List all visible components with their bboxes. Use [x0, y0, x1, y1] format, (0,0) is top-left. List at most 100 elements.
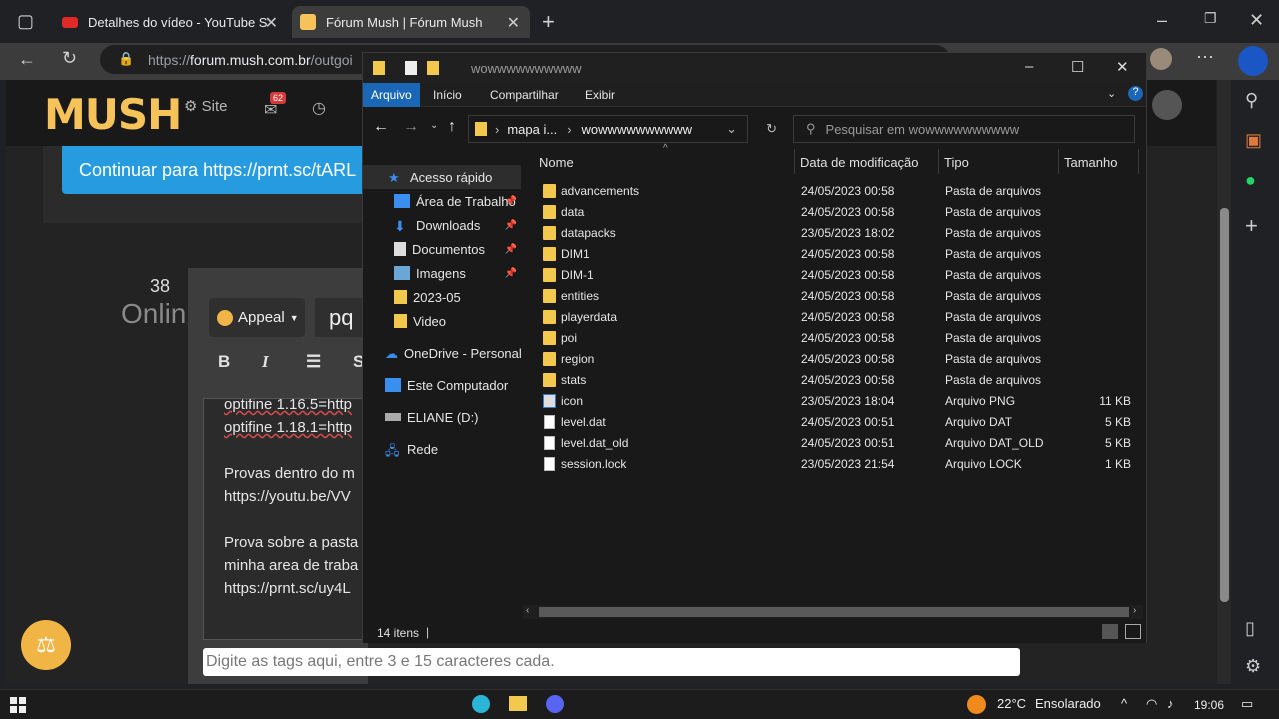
- tools-icon[interactable]: ▣: [1245, 130, 1262, 151]
- close-icon[interactable]: ✕: [1116, 58, 1129, 76]
- tab-forum-mush[interactable]: Fórum Mush | Fórum Mush ✕: [292, 6, 530, 38]
- nav-item-imagens[interactable]: Imagens 📌: [363, 261, 521, 285]
- discord-icon[interactable]: [546, 695, 564, 713]
- file-row[interactable]: icon 23/05/2023 18:04 Arquivo PNG 11 KB: [523, 390, 1143, 411]
- column-divider[interactable]: [938, 149, 939, 174]
- new-folder-icon[interactable]: [427, 61, 439, 75]
- close-icon[interactable]: ✕: [265, 13, 278, 33]
- nav-item-video[interactable]: Video: [363, 309, 521, 333]
- edge-icon[interactable]: [472, 695, 490, 713]
- breadcrumb-parent[interactable]: mapa i...: [507, 122, 557, 137]
- file-row[interactable]: DIM1 24/05/2023 00:58 Pasta de arquivos: [523, 243, 1143, 264]
- close-icon[interactable]: ✕: [507, 13, 520, 33]
- nav-item-este-computador[interactable]: Este Computador: [363, 373, 521, 397]
- column-divider[interactable]: [794, 149, 795, 174]
- help-icon[interactable]: ?: [1128, 86, 1143, 101]
- temperature[interactable]: 22°C: [997, 696, 1026, 711]
- post-body-editor[interactable]: optifine 1.16.5=http optifine 1.18.1=htt…: [203, 398, 368, 640]
- column-data[interactable]: Data de modificação: [800, 155, 919, 170]
- scroll-left-icon[interactable]: ‹: [526, 605, 529, 616]
- column-nome[interactable]: Nome: [539, 155, 574, 170]
- file-row[interactable]: level.dat 24/05/2023 00:51 Arquivo DAT 5 KB: [523, 411, 1143, 432]
- back-icon[interactable]: ←: [373, 118, 389, 136]
- scale-icon[interactable]: ⚖: [21, 620, 71, 670]
- close-window-icon[interactable]: ✕: [1249, 10, 1264, 31]
- scroll-right-icon[interactable]: ›: [1133, 605, 1136, 616]
- nav-item-eliane-drive[interactable]: ELIANE (D:): [363, 405, 521, 429]
- notifications-icon[interactable]: ▭: [1241, 696, 1253, 712]
- horizontal-scrollbar-thumb[interactable]: [539, 607, 1129, 617]
- settings-icon[interactable]: ⚙: [1245, 656, 1261, 677]
- category-dropdown[interactable]: Appeal ▼: [209, 298, 305, 337]
- profile-avatar[interactable]: [1150, 48, 1172, 70]
- large-icons-view-icon[interactable]: [1125, 624, 1141, 639]
- nav-item-downloads[interactable]: ⬇ Downloads 📌: [363, 213, 521, 237]
- tab-actions-icon[interactable]: ▢: [17, 11, 34, 32]
- file-row[interactable]: level.dat_old 24/05/2023 00:51 Arquivo DAT…: [523, 432, 1143, 453]
- page-scrollbar-thumb[interactable]: [1220, 208, 1229, 602]
- back-icon[interactable]: ←: [18, 49, 36, 70]
- refresh-icon[interactable]: ↻: [62, 48, 77, 69]
- nav-item-area-trabalho[interactable]: Área de Trabalho 📌: [363, 189, 521, 213]
- column-divider[interactable]: [1138, 149, 1139, 174]
- add-icon[interactable]: +: [1245, 213, 1258, 239]
- nav-site-link[interactable]: ⚙ Site: [184, 97, 227, 115]
- file-row[interactable]: poi 24/05/2023 00:58 Pasta de arquivos: [523, 327, 1143, 348]
- bold-button[interactable]: B: [218, 352, 230, 372]
- tags-input[interactable]: Digite as tags aqui, entre 3 e 15 caract…: [203, 648, 1020, 676]
- start-icon[interactable]: [10, 697, 26, 713]
- file-row[interactable]: entities 24/05/2023 00:58 Pasta de arquivo…: [523, 285, 1143, 306]
- chevron-up-icon[interactable]: ^: [1121, 696, 1127, 711]
- user-avatar[interactable]: [1152, 90, 1182, 120]
- maximize-icon[interactable]: ☐: [1071, 58, 1084, 76]
- file-row[interactable]: playerdata 24/05/2023 00:58 Pasta de arqui…: [523, 306, 1143, 327]
- bing-icon[interactable]: [1238, 46, 1268, 76]
- more-menu-icon[interactable]: ⋯: [1196, 47, 1214, 68]
- minimize-icon[interactable]: –: [1157, 10, 1167, 31]
- wifi-icon[interactable]: ◠: [1146, 696, 1157, 712]
- file-row[interactable]: datapacks 23/05/2023 18:02 Pasta de arquiv…: [523, 222, 1143, 243]
- italic-button[interactable]: I: [262, 352, 269, 372]
- bullet-list-icon[interactable]: ☰: [306, 352, 321, 372]
- volume-icon[interactable]: ♪: [1167, 696, 1174, 711]
- weather-label[interactable]: Ensolarado: [1035, 696, 1101, 711]
- nav-item-acesso-rapido[interactable]: ★ Acesso rápido: [363, 165, 521, 189]
- new-tab-icon[interactable]: +: [542, 9, 555, 35]
- nav-item-2023-05[interactable]: 2023-05: [363, 285, 521, 309]
- tab-exibir[interactable]: Exibir: [577, 83, 623, 107]
- file-row[interactable]: DIM-1 24/05/2023 00:58 Pasta de arquivos: [523, 264, 1143, 285]
- breadcrumb-current[interactable]: wowwwwwwwwww: [582, 122, 693, 137]
- column-tipo[interactable]: Tipo: [944, 155, 969, 170]
- search-icon[interactable]: ⚲: [1245, 90, 1258, 111]
- forward-icon[interactable]: →: [403, 118, 419, 136]
- tab-youtube-studio[interactable]: Detalhes do vídeo - YouTube Stu ✕: [52, 6, 288, 38]
- file-row[interactable]: data 24/05/2023 00:58 Pasta de arquivos: [523, 201, 1143, 222]
- file-row[interactable]: stats 24/05/2023 00:58 Pasta de arquivos: [523, 369, 1143, 390]
- restore-icon[interactable]: ❐: [1204, 10, 1217, 27]
- recent-locations-icon[interactable]: ⌄: [430, 120, 438, 131]
- refresh-icon[interactable]: ↻: [766, 121, 777, 137]
- chevron-down-icon[interactable]: ⌄: [1107, 87, 1116, 100]
- address-box[interactable]: › mapa i... › wowwwwwwwwww ⌄ ↻: [468, 115, 777, 143]
- file-row[interactable]: region 24/05/2023 00:58 Pasta de arquivos: [523, 348, 1143, 369]
- column-divider[interactable]: [1058, 149, 1059, 174]
- continue-button[interactable]: Continuar para https://prnt.sc/tARL: [62, 146, 382, 194]
- column-tamanho[interactable]: Tamanho: [1064, 155, 1117, 170]
- chevron-down-icon[interactable]: ⌄: [726, 121, 737, 137]
- search-input[interactable]: ⚲ Pesquisar em wowwwwwwwwww: [793, 115, 1135, 143]
- properties-icon[interactable]: [405, 61, 417, 75]
- nav-item-onedrive[interactable]: ☁ OneDrive - Personal: [363, 341, 522, 365]
- file-row[interactable]: session.lock 23/05/2023 21:54 Arquivo LOCK…: [523, 453, 1143, 474]
- file-row[interactable]: advancements 24/05/2023 00:58 Pasta de arq…: [523, 180, 1143, 201]
- mush-logo[interactable]: MUSH: [44, 90, 182, 139]
- nav-item-documentos[interactable]: Documentos 📌: [363, 237, 521, 261]
- sidebar-toggle-icon[interactable]: ▯: [1245, 618, 1255, 639]
- whatsapp-icon[interactable]: ●: [1245, 170, 1256, 191]
- up-icon[interactable]: ↑: [448, 118, 456, 136]
- tab-compartilhar[interactable]: Compartilhar: [482, 83, 567, 107]
- clock[interactable]: 19:06: [1194, 698, 1224, 712]
- tab-arquivo[interactable]: Arquivo: [363, 83, 420, 107]
- explorer-title-bar[interactable]: wowwwwwwwwww – ☐ ✕: [363, 53, 1146, 83]
- file-explorer-icon[interactable]: [509, 696, 527, 711]
- details-view-icon[interactable]: [1102, 624, 1118, 639]
